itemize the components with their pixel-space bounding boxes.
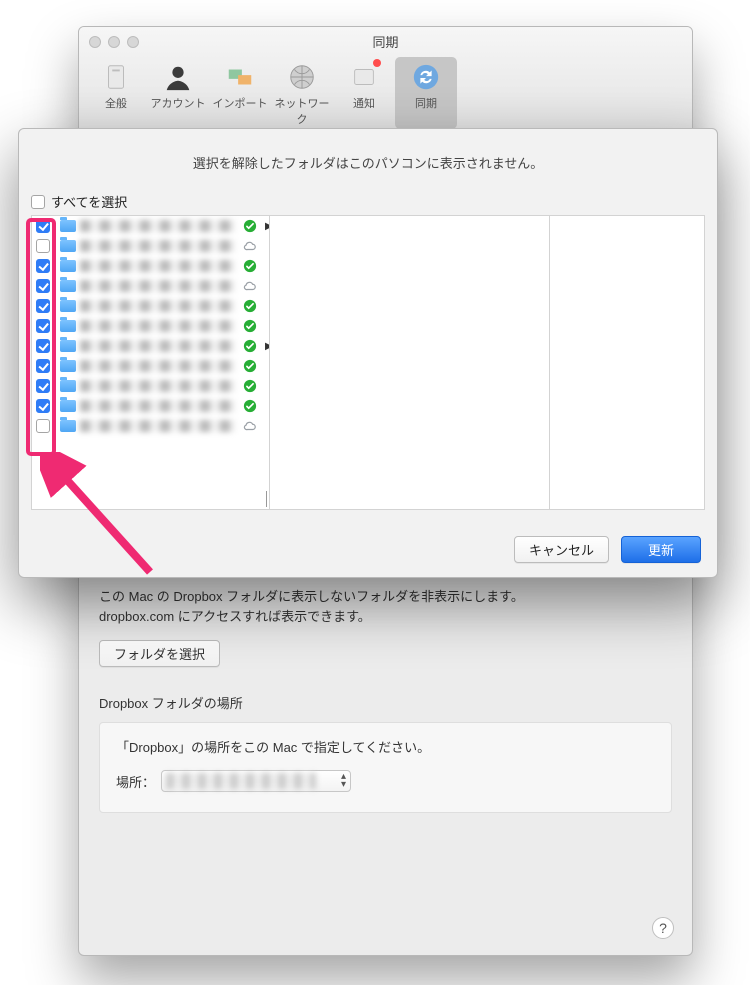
folder-row[interactable]: [32, 236, 269, 256]
zoom-dot-icon[interactable]: [127, 36, 139, 48]
folder-icon: [60, 260, 76, 272]
folder-column-1[interactable]: ▶▶: [32, 216, 270, 509]
folder-checkbox[interactable]: [36, 219, 50, 233]
location-popup[interactable]: ▴▾: [161, 770, 351, 792]
folder-column-3[interactable]: [550, 216, 704, 509]
synced-icon: [243, 359, 257, 373]
sheet-message: 選択を解除したフォルダはこのパソコンに表示されません。: [19, 129, 717, 192]
toolbar: 全般 アカウント インポート ネットワーク: [79, 57, 692, 129]
folder-name-blurred: [80, 300, 235, 312]
location-box: 「Dropbox」の場所をこの Mac で指定してください。 場所： ▴▾: [99, 722, 672, 813]
tab-network[interactable]: ネットワーク: [271, 57, 333, 129]
synced-icon: [243, 399, 257, 413]
cloud-icon: [243, 239, 257, 253]
folder-icon: [60, 240, 76, 252]
select-all-label: すべてを選択: [51, 192, 127, 211]
cancel-button[interactable]: キャンセル: [514, 536, 609, 563]
folder-icon: [60, 400, 76, 412]
folder-name-blurred: [80, 220, 235, 232]
folder-checkbox[interactable]: [36, 259, 50, 273]
folder-name-blurred: [80, 280, 235, 292]
folder-icon: [60, 220, 76, 232]
folder-icon: [60, 420, 76, 432]
selective-sync-desc: この Mac の Dropbox フォルダに表示しないフォルダを非表示にします。…: [99, 587, 672, 626]
tab-sync[interactable]: 同期: [395, 57, 457, 129]
location-value-blurred: [166, 773, 316, 789]
general-icon: [100, 61, 132, 93]
folder-row[interactable]: [32, 276, 269, 296]
folder-checkbox[interactable]: [36, 379, 50, 393]
window-controls[interactable]: [89, 36, 139, 48]
folder-name-blurred: [80, 420, 235, 432]
folder-icon: [60, 360, 76, 372]
folder-checkbox[interactable]: [36, 339, 50, 353]
folder-name-blurred: [80, 360, 235, 372]
folder-row[interactable]: [32, 296, 269, 316]
folder-row[interactable]: ▶: [32, 216, 269, 236]
folder-column-2[interactable]: [270, 216, 550, 509]
disclosure-triangle-icon[interactable]: ▶: [261, 221, 269, 232]
folder-row[interactable]: [32, 316, 269, 336]
folder-checkbox[interactable]: [36, 299, 50, 313]
help-button[interactable]: ?: [652, 917, 674, 939]
folder-icon: [60, 280, 76, 292]
folder-name-blurred: [80, 240, 235, 252]
account-icon: [162, 61, 194, 93]
location-label: 場所：: [116, 772, 155, 791]
folder-name-blurred: [80, 260, 235, 272]
close-dot-icon[interactable]: [89, 36, 101, 48]
synced-icon: [243, 339, 257, 353]
sync-panel: この Mac の Dropbox フォルダに表示しないフォルダを非表示にします。…: [79, 569, 692, 831]
folder-name-blurred: [80, 340, 235, 352]
folder-name-blurred: [80, 400, 235, 412]
popup-stepper-icon: ▴▾: [341, 773, 346, 789]
tab-notifications[interactable]: 通知: [333, 57, 395, 129]
location-desc: 「Dropbox」の場所をこの Mac で指定してください。: [116, 737, 655, 756]
notification-badge-icon: [373, 59, 381, 67]
folder-icon: [60, 300, 76, 312]
folder-icon: [60, 340, 76, 352]
sync-icon: [410, 61, 442, 93]
synced-icon: [243, 259, 257, 273]
folder-icon: [60, 320, 76, 332]
folder-name-blurred: [80, 320, 235, 332]
titlebar: 同期 全般 アカウント インポート: [79, 27, 692, 129]
minimize-dot-icon[interactable]: [108, 36, 120, 48]
folder-row[interactable]: [32, 356, 269, 376]
folder-select-sheet: 選択を解除したフォルダはこのパソコンに表示されません。 すべてを選択 ▶▶ キャ…: [18, 128, 718, 578]
import-icon: [224, 61, 256, 93]
folder-checkbox[interactable]: [36, 359, 50, 373]
folder-row[interactable]: [32, 376, 269, 396]
folder-checkbox[interactable]: [36, 419, 50, 433]
update-button[interactable]: 更新: [621, 536, 701, 563]
folder-row[interactable]: [32, 396, 269, 416]
select-all-row[interactable]: すべてを選択: [19, 192, 717, 215]
select-folders-button[interactable]: フォルダを選択: [99, 640, 220, 667]
disclosure-triangle-icon[interactable]: ▶: [261, 341, 269, 352]
cloud-icon: [243, 279, 257, 293]
column-browser: ▶▶: [31, 215, 705, 510]
cloud-icon: [243, 419, 257, 433]
select-all-checkbox[interactable]: [31, 195, 45, 209]
network-icon: [286, 61, 318, 93]
window-title: 同期: [79, 27, 692, 51]
folder-name-blurred: [80, 380, 235, 392]
tab-import[interactable]: インポート: [209, 57, 271, 129]
folder-checkbox[interactable]: [36, 279, 50, 293]
synced-icon: [243, 219, 257, 233]
synced-icon: [243, 319, 257, 333]
folder-row[interactable]: [32, 256, 269, 276]
folder-row[interactable]: ▶: [32, 336, 269, 356]
tab-account[interactable]: アカウント: [147, 57, 209, 129]
folder-checkbox[interactable]: [36, 319, 50, 333]
folder-checkbox[interactable]: [36, 399, 50, 413]
synced-icon: [243, 379, 257, 393]
folder-row[interactable]: [32, 416, 269, 436]
tab-general[interactable]: 全般: [85, 57, 147, 129]
folder-checkbox[interactable]: [36, 239, 50, 253]
synced-icon: [243, 299, 257, 313]
folder-icon: [60, 380, 76, 392]
location-section-title: Dropbox フォルダの場所: [99, 693, 672, 712]
